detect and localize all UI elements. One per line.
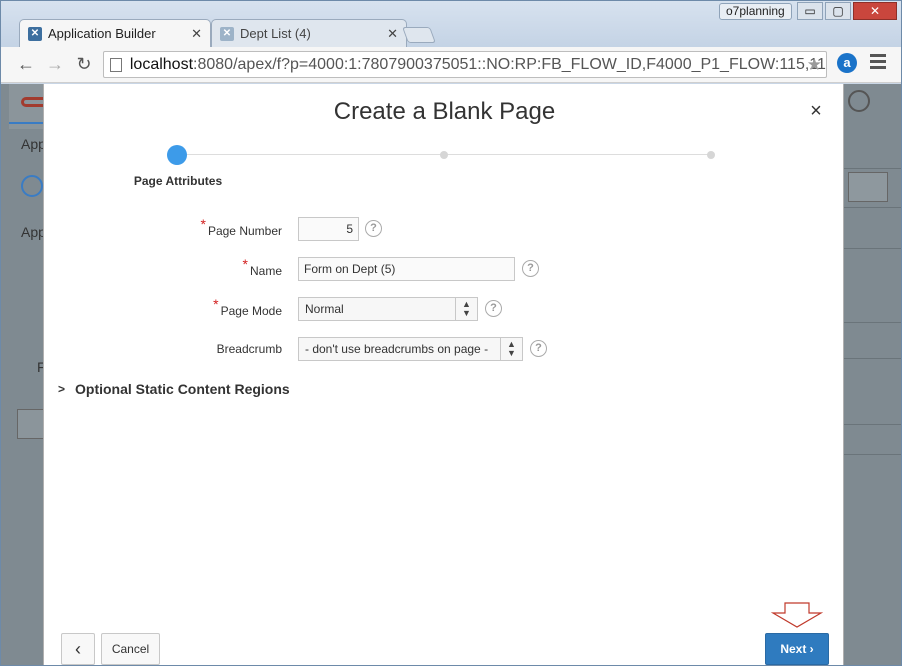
page-number-label: * Page Number <box>200 216 283 238</box>
name-label: * Name <box>242 256 282 278</box>
run-page-button <box>848 172 888 202</box>
chevron-right-icon: › <box>809 642 814 656</box>
user-avatar-icon <box>848 90 870 112</box>
cancel-button[interactable]: Cancel <box>101 633 160 665</box>
browser-window: ✕ Application Builder ✕ ✕ Dept List (4) … <box>0 0 902 666</box>
background-left-strip: App App F <box>9 84 47 665</box>
reload-icon[interactable]: ↻ <box>73 53 95 75</box>
window-close-button[interactable]: ✕ <box>853 2 897 20</box>
next-label: Next <box>780 642 807 656</box>
minimize-button[interactable]: ▭ <box>797 2 823 20</box>
upload-icon <box>21 175 43 197</box>
next-button[interactable]: Next › <box>765 633 829 665</box>
optional-regions-toggle[interactable]: > Optional Static Content Regions <box>58 381 290 397</box>
previous-button[interactable]: ‹ <box>61 633 95 665</box>
help-icon[interactable]: ? <box>530 340 547 357</box>
profile-badge[interactable]: o7planning <box>719 3 792 20</box>
page-number-field[interactable]: 5 <box>298 217 359 241</box>
help-icon[interactable]: ? <box>485 300 502 317</box>
wizard-step-label: Page Attributes <box>133 174 223 188</box>
wizard-step <box>440 151 448 159</box>
chevron-updown-icon: ▲ ▼ <box>455 298 477 320</box>
breadcrumb-label: Breadcrumb <box>216 342 282 356</box>
down-arrow-icon <box>771 602 823 628</box>
wizard-step <box>707 151 715 159</box>
help-icon[interactable]: ? <box>522 260 539 277</box>
tab-application-builder[interactable]: ✕ Application Builder ✕ <box>19 19 211 47</box>
apex-icon: ✕ <box>220 26 234 41</box>
name-field[interactable]: Form on Dept (5) <box>298 257 515 281</box>
create-page-dialog: Create a Blank Page × Page Attributes * P… <box>43 84 844 665</box>
tab-label: Application Builder <box>48 26 156 41</box>
new-tab-button[interactable] <box>402 27 436 43</box>
url-text: localhost:8080/apex/f?p=4000:1:780790037… <box>129 55 826 73</box>
wizard-step-current <box>167 145 187 165</box>
browser-toolbar: ← → ↻ localhost:8080/apex/f?p=4000:1:780… <box>1 47 901 83</box>
page-icon <box>110 57 122 72</box>
close-icon[interactable]: ✕ <box>387 26 398 42</box>
tab-strip: ✕ Application Builder ✕ ✕ Dept List (4) … <box>1 1 901 47</box>
bookmark-star-icon[interactable]: ★ <box>807 55 822 75</box>
page-mode-label: * Page Mode <box>213 296 282 318</box>
optional-regions-label: Optional Static Content Regions <box>75 381 290 397</box>
apex-icon: ✕ <box>28 26 42 41</box>
wizard-progress: Page Attributes <box>44 144 845 194</box>
menu-icon[interactable] <box>870 54 886 72</box>
close-icon[interactable]: ✕ <box>191 26 202 42</box>
back-arrow-icon[interactable]: ← <box>15 53 37 75</box>
forward-arrow-icon[interactable]: → <box>44 53 66 75</box>
tab-dept-list[interactable]: ✕ Dept List (4) ✕ <box>211 19 407 47</box>
maximize-button[interactable]: ▢ <box>825 2 851 20</box>
extension-icon[interactable]: a <box>837 53 857 73</box>
tab-label: Dept List (4) <box>240 26 311 41</box>
oracle-logo-icon <box>21 97 43 107</box>
dialog-title: Create a Blank Page <box>333 98 556 125</box>
chevron-right-icon: > <box>58 382 66 396</box>
close-dialog-button[interactable]: × <box>808 100 824 123</box>
background-right-strip <box>844 84 901 665</box>
page-mode-select[interactable]: Normal ▲ ▼ <box>298 297 478 321</box>
chevron-updown-icon: ▲ ▼ <box>500 338 522 360</box>
address-bar[interactable]: localhost:8080/apex/f?p=4000:1:780790037… <box>103 51 827 78</box>
help-icon[interactable]: ? <box>365 220 382 237</box>
breadcrumb-select[interactable]: - don't use breadcrumbs on page - ▲ ▼ <box>298 337 523 361</box>
